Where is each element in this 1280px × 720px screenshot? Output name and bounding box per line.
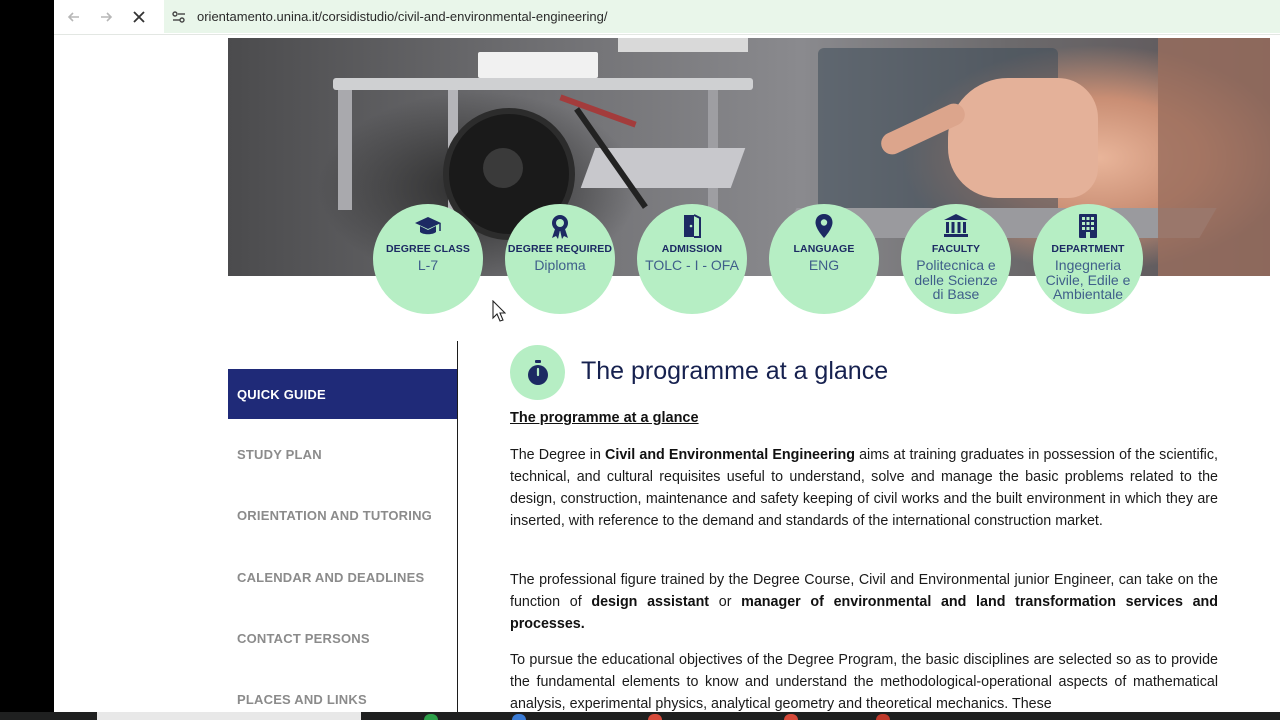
info-degree-required: DEGREE REQUIRED Diploma (505, 204, 615, 314)
paragraph-2: The professional figure trained by the D… (510, 569, 1218, 635)
info-title: DEPARTMENT (1051, 243, 1125, 255)
taskbar-app-icon[interactable] (876, 714, 890, 720)
taskbar-app-icon[interactable] (784, 714, 798, 720)
taskbar-app-icon[interactable] (648, 714, 662, 720)
map-pin-icon (815, 214, 833, 238)
back-button[interactable] (62, 5, 86, 29)
site-settings-icon[interactable] (170, 8, 188, 26)
text-span: or (709, 594, 742, 610)
browser-toolbar: orientamento.unina.it/corsidistudio/civi… (54, 0, 1280, 35)
address-bar[interactable]: orientamento.unina.it/corsidistudio/civi… (164, 0, 1280, 33)
bold-text: design assistant (591, 594, 710, 610)
taskbar-app-icon[interactable] (512, 714, 526, 720)
info-title: DEGREE CLASS (385, 243, 471, 255)
sidebar-item-places-and-links[interactable]: PLACES AND LINKS (228, 675, 457, 712)
sidebar-divider (457, 341, 458, 712)
info-value: L-7 (417, 257, 439, 273)
award-ribbon-icon (552, 215, 568, 239)
sidebar-item-orientation-and-tutoring[interactable]: ORIENTATION AND TUTORING (228, 491, 457, 539)
sidebar-item-contact-persons[interactable]: CONTACT PERSONS (228, 614, 457, 662)
info-title: DEGREE REQUIRED (507, 243, 613, 255)
sidebar-item-calendar-and-deadlines[interactable]: CALENDAR AND DEADLINES (228, 553, 457, 601)
institution-building-icon (944, 214, 968, 237)
text-span: The Degree in (510, 447, 606, 463)
info-value: ENG (808, 257, 840, 273)
info-value: TOLC - I - OFA (645, 257, 739, 273)
taskbar-search-box[interactable] (97, 712, 361, 720)
info-title: FACULTY (931, 243, 981, 255)
section-subtitle: The programme at a glance (510, 410, 699, 426)
text-span: To pursue the educational objectives of … (510, 652, 1218, 712)
info-faculty: FACULTY Politecnica e delle Scienze di B… (901, 204, 1011, 314)
mouse-cursor-icon (492, 300, 506, 322)
info-value: Diploma (534, 257, 586, 273)
info-value: Politecnica e delle Scienze di Base (914, 257, 998, 302)
info-language: LANGUAGE ENG (769, 204, 879, 314)
close-icon (133, 11, 145, 23)
paragraph-1: The Degree in Civil and Environmental En… (510, 444, 1218, 532)
info-title: ADMISSION (661, 243, 723, 255)
arrow-right-icon (101, 12, 113, 22)
url-text[interactable]: orientamento.unina.it/corsidistudio/civi… (197, 9, 607, 24)
browser-viewport: orientamento.unina.it/corsidistudio/civi… (54, 0, 1280, 712)
stop-loading-button[interactable] (127, 5, 151, 29)
section-title: The programme at a glance (581, 357, 889, 385)
office-building-icon (1079, 214, 1097, 238)
sidebar-item-study-plan[interactable]: STUDY PLAN (228, 430, 457, 478)
info-title: LANGUAGE (793, 243, 855, 255)
stopwatch-icon (527, 359, 548, 385)
bold-text: Civil and Environmental Engineering (605, 447, 855, 463)
sidebar-nav: QUICK GUIDE STUDY PLAN ORIENTATION AND T… (228, 341, 458, 712)
info-degree-class: DEGREE CLASS L-7 (373, 204, 483, 314)
info-department: DEPARTMENT Ingegneria Civile, Edile e Am… (1033, 204, 1143, 314)
sidebar-item-quick-guide[interactable]: QUICK GUIDE (228, 369, 457, 419)
paragraph-3: To pursue the educational objectives of … (510, 649, 1218, 712)
info-admission: ADMISSION TOLC - I - OFA (637, 204, 747, 314)
arrow-left-icon (67, 12, 79, 22)
taskbar-app-icon[interactable] (424, 714, 438, 720)
section-icon-badge (510, 345, 565, 400)
info-value: Ingegneria Civile, Edile e Ambientale (1045, 257, 1131, 302)
forward-button[interactable] (94, 5, 118, 29)
graduation-cap-icon (415, 217, 441, 235)
door-open-icon (684, 214, 701, 238)
